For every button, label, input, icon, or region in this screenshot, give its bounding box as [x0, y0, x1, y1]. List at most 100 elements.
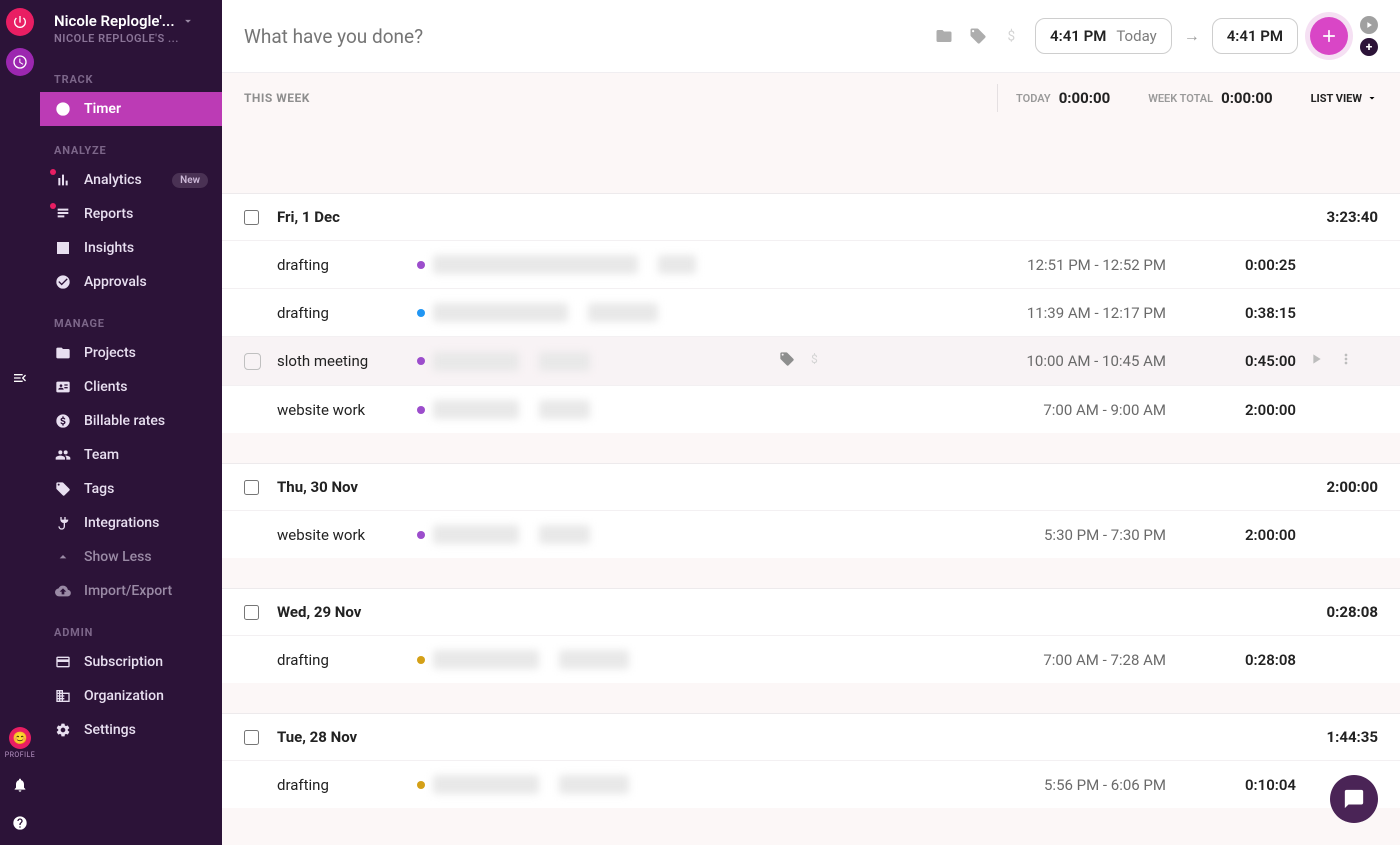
day-total: 0:28:08 [1327, 603, 1378, 621]
entry-duration[interactable]: 0:10:04 [1196, 776, 1296, 794]
gear-icon [54, 721, 72, 739]
app-rail: 😊 PROFILE [0, 0, 40, 845]
entry-description[interactable]: drafting [277, 651, 397, 669]
billable-icon[interactable]: $ [807, 351, 823, 371]
sidebar-item-integrations[interactable]: Integrations [40, 506, 222, 540]
entry-project[interactable]: xxxxxxxx xxxxxx xxxxxxxxx [417, 775, 629, 794]
collapse-icon[interactable] [12, 370, 28, 390]
id-icon [54, 378, 72, 396]
time-entry[interactable]: drafting xxxxxxxx xxxxxx xxxxxxxxx 7:00 … [222, 635, 1400, 683]
day-header: Fri, 1 Dec3:23:40 [222, 193, 1400, 240]
help-icon[interactable] [12, 815, 28, 835]
project-name-redacted: xxxxxxx xxxx [433, 352, 519, 371]
project-name-redacted: xxxxxxx xxxxx xxxxxx [433, 303, 568, 322]
arrow-right-icon: → [1184, 26, 1200, 46]
sidebar-item-settings[interactable]: Settings [40, 713, 222, 747]
entry-project[interactable]: xxxxxxx xxxx xxxxxx [417, 400, 590, 419]
sidebar-item-approvals[interactable]: Approvals [40, 265, 222, 299]
description-input[interactable] [244, 25, 921, 48]
time-entry[interactable]: sloth meeting xxxxxxx xxxx xxxxxx $ 10:0… [222, 336, 1400, 385]
sidebar-item-analytics[interactable]: AnalyticsNew [40, 163, 222, 197]
week-value: 0:00:00 [1221, 89, 1272, 107]
add-entry-button[interactable] [1310, 17, 1348, 55]
time-entry[interactable]: website work xxxxxxx xxxx xxxxxx 5:30 PM… [222, 510, 1400, 558]
chat-fab[interactable] [1330, 775, 1378, 823]
end-time-picker[interactable]: 4:41 PM [1212, 18, 1298, 54]
timer-rail-icon[interactable] [6, 48, 34, 76]
entry-project[interactable]: xxxxxxxx xxxxxx xxxxxxxxx [417, 650, 629, 669]
time-entry[interactable]: drafting xxxxxxxx xxxxxx xxxxxxxxx 5:56 … [222, 760, 1400, 808]
day-checkbox[interactable] [244, 210, 259, 225]
sidebar-item-tags[interactable]: Tags [40, 472, 222, 506]
sidebar-item-insights[interactable]: Insights [40, 231, 222, 265]
entry-time-range[interactable]: 5:30 PM - 7:30 PM [1044, 526, 1166, 544]
sidebar-item-reports[interactable]: Reports [40, 197, 222, 231]
project-dot [417, 261, 425, 269]
entry-duration[interactable]: 2:00:00 [1196, 401, 1296, 419]
entry-project[interactable]: xxxxxxx xxxx xxxxxx [417, 525, 590, 544]
time-entry[interactable]: drafting xxxxxxx xxxx xxxx xxxxxxx xxxxx… [222, 240, 1400, 288]
cloud-icon [54, 582, 72, 600]
entry-description[interactable]: website work [277, 401, 397, 419]
entry-project[interactable]: xxxxxxx xxxxx xxxxxx xxxxxxxxx [417, 303, 658, 322]
entry-time-range[interactable]: 7:00 AM - 7:28 AM [1043, 651, 1166, 669]
clock-icon [54, 100, 72, 118]
task-name-redacted: xxxxxx [539, 525, 590, 544]
start-time-picker[interactable]: 4:41 PMToday [1035, 18, 1172, 54]
day-total: 2:00:00 [1327, 478, 1378, 496]
time-entry[interactable]: website work xxxxxxx xxxx xxxxxx 7:00 AM… [222, 385, 1400, 433]
chart-icon [54, 171, 72, 189]
sidebar-item-billable[interactable]: Billable rates [40, 404, 222, 438]
sidebar-item-timer[interactable]: Timer [40, 92, 222, 126]
sidebar-item-import[interactable]: Import/Export [40, 574, 222, 608]
day-date: Tue, 28 Nov [277, 728, 357, 746]
tag-icon[interactable] [967, 25, 989, 47]
day-checkbox[interactable] [244, 730, 259, 745]
view-toggle[interactable]: LIST VIEW [1311, 92, 1378, 105]
entry-time-range[interactable]: 7:00 AM - 9:00 AM [1043, 401, 1166, 419]
entry-duration[interactable]: 0:28:08 [1196, 651, 1296, 669]
day-date: Thu, 30 Nov [277, 478, 358, 496]
entry-time-range[interactable]: 12:51 PM - 12:52 PM [1027, 256, 1166, 274]
folder-icon[interactable] [933, 25, 955, 47]
power-icon[interactable] [6, 8, 34, 36]
manual-mode-icon[interactable] [1360, 38, 1378, 56]
billable-icon[interactable]: $ [1001, 25, 1023, 47]
tag-icon[interactable] [779, 351, 795, 371]
entry-description[interactable]: drafting [277, 304, 397, 322]
entry-time-range[interactable]: 11:39 AM - 12:17 PM [1027, 304, 1166, 322]
entry-description[interactable]: drafting [277, 776, 397, 794]
sidebar-item-clients[interactable]: Clients [40, 370, 222, 404]
entry-description[interactable]: website work [277, 526, 397, 544]
entry-duration[interactable]: 0:38:15 [1196, 304, 1296, 322]
sidebar-item-showless[interactable]: Show Less [40, 540, 222, 574]
day-header: Thu, 30 Nov 2:00:00 [222, 463, 1400, 510]
sidebar-item-subscription[interactable]: Subscription [40, 645, 222, 679]
day-checkbox[interactable] [244, 480, 259, 495]
project-name-redacted: xxxxxxxx xxxxxx [433, 650, 539, 669]
play-icon[interactable] [1308, 351, 1324, 371]
sidebar-item-team[interactable]: Team [40, 438, 222, 472]
entry-description[interactable]: sloth meeting [277, 352, 397, 370]
bell-icon[interactable] [12, 777, 28, 797]
entry-project[interactable]: xxxxxxx xxxx xxxxxx [417, 352, 590, 371]
entry-duration[interactable]: 0:00:25 [1196, 256, 1296, 274]
svg-text:$: $ [811, 352, 818, 366]
workspace-selector[interactable]: Nicole Replogle'... NICOLE REPLOGLE'S ..… [40, 0, 222, 55]
section-admin: ADMIN [40, 608, 222, 645]
entry-description[interactable]: drafting [277, 256, 397, 274]
task-name-redacted: xxxxxxxxx [559, 775, 629, 794]
entry-duration[interactable]: 0:45:00 [1196, 352, 1296, 370]
play-mode-icon[interactable] [1360, 16, 1378, 34]
sidebar-item-projects[interactable]: Projects [40, 336, 222, 370]
more-icon[interactable] [1338, 351, 1354, 371]
time-entry[interactable]: drafting xxxxxxx xxxxx xxxxxx xxxxxxxxx … [222, 288, 1400, 336]
day-checkbox[interactable] [244, 605, 259, 620]
entry-time-range[interactable]: 10:00 AM - 10:45 AM [1027, 352, 1167, 370]
entry-project[interactable]: xxxxxxx xxxx xxxx xxxxxxx xxxxxx xxxx [417, 255, 696, 274]
sidebar-item-organization[interactable]: Organization [40, 679, 222, 713]
profile-avatar[interactable]: 😊 PROFILE [5, 727, 36, 759]
entry-time-range[interactable]: 5:56 PM - 6:06 PM [1044, 776, 1166, 794]
project-name-redacted: xxxxxxxx xxxxxx [433, 775, 539, 794]
entry-duration[interactable]: 2:00:00 [1196, 526, 1296, 544]
